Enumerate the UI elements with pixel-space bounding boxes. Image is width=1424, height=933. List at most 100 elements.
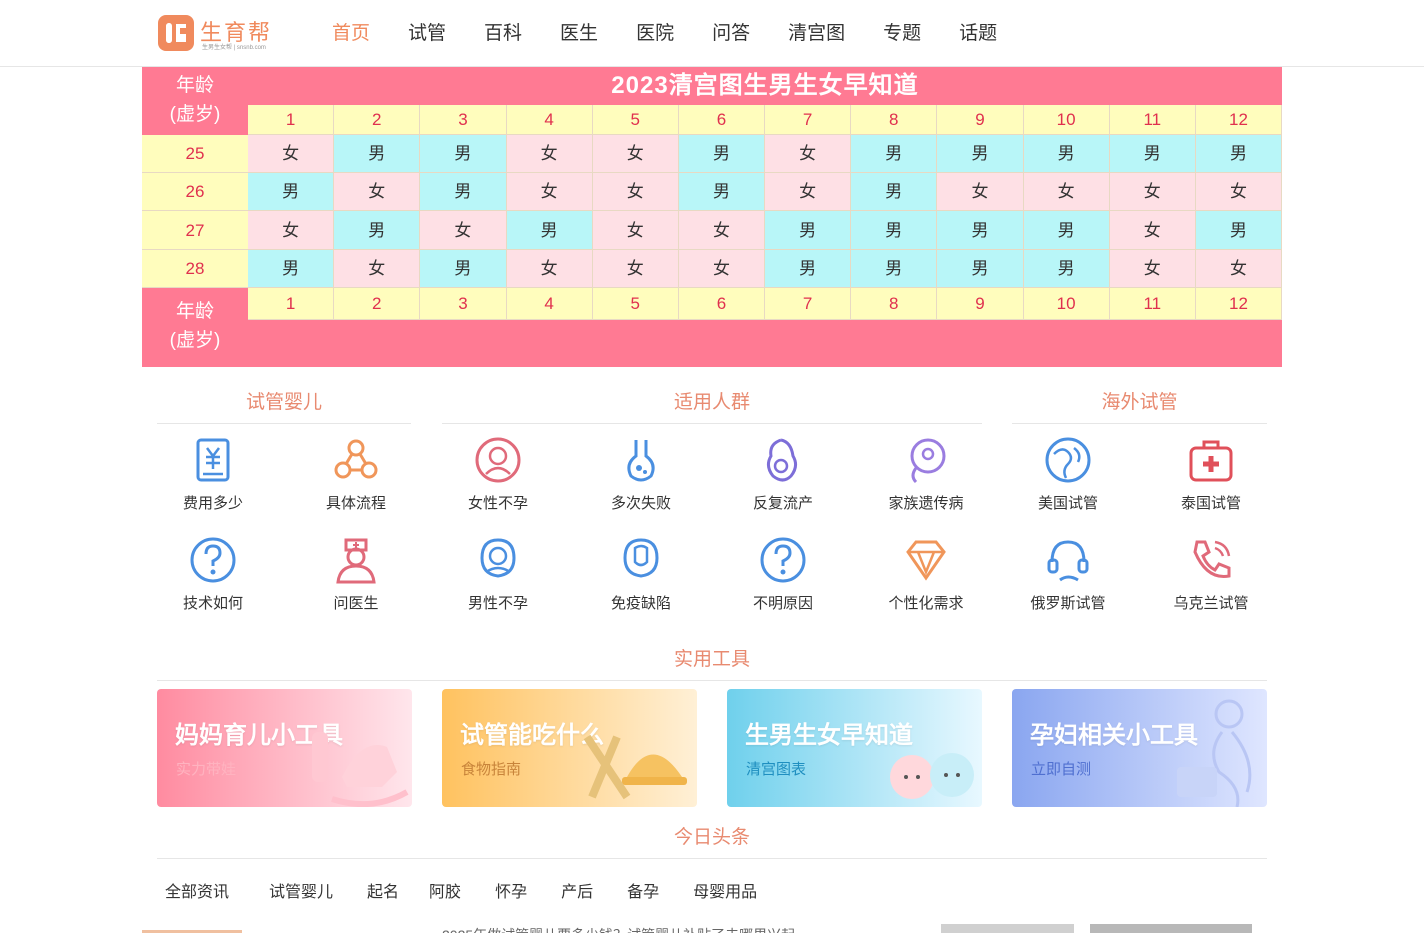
gender-cell[interactable]: 男 [506,211,593,250]
gender-cell[interactable]: 女 [506,250,593,288]
tool-card-ivf-food[interactable]: 试管能吃什么 食物指南 [442,689,697,807]
gender-cell[interactable]: 男 [1023,250,1110,288]
month-cell: 2 [334,105,421,135]
gender-cell[interactable]: 男 [1023,135,1110,173]
feature-item[interactable]: 问医生 [296,536,416,613]
age-label: 年龄 [175,301,214,322]
news-image[interactable] [1090,924,1252,933]
nav-home[interactable]: 首页 [313,0,389,67]
gender-cell[interactable]: 女 [678,250,766,288]
feature-item[interactable]: 泰国试管 [1151,436,1271,513]
feature-item[interactable]: 技术如何 [153,536,273,613]
gender-cell[interactable]: 男 [248,173,335,211]
nav-doctor[interactable]: 医生 [541,0,617,67]
gender-cell[interactable]: 女 [248,211,335,250]
feature-item[interactable]: 乌克兰试管 [1151,536,1271,613]
age-cell: 28 [142,250,248,288]
feature-item[interactable]: 具体流程 [296,436,416,513]
site-logo[interactable]: 生育帮 生男生女帮 | snsnb.com [158,15,278,51]
gender-cell[interactable]: 女 [678,211,766,250]
month-cell: 8 [851,105,938,135]
feature-item[interactable]: 不明原因 [723,536,843,613]
tool-card-parenting[interactable]: 妈妈育儿小工具 实力带娃 [157,689,412,807]
month-cell: 7 [765,105,852,135]
feature-item[interactable]: 女性不孕 [438,436,558,513]
gender-cell[interactable]: 女 [248,135,335,173]
gender-cell[interactable]: 男 [678,173,766,211]
news-tab[interactable]: 怀孕 [487,878,535,902]
feature-item[interactable]: 免疫缺陷 [581,536,701,613]
tool-subtitle: 清宫图表 [746,761,807,778]
feature-item[interactable]: 男性不孕 [438,536,558,613]
gender-cell[interactable]: 女 [765,135,852,173]
tool-card-pregnancy[interactable]: 孕妇相关小工具 立即自测 [1012,689,1267,807]
gender-cell[interactable]: 男 [420,135,507,173]
news-tab[interactable]: 试管婴儿 [261,878,341,902]
gender-cell[interactable]: 男 [851,135,938,173]
gender-cell[interactable]: 男 [334,135,421,173]
nav-topics[interactable]: 专题 [864,0,940,67]
gender-cell[interactable]: 男 [248,250,335,288]
gender-cell[interactable]: 女 [1023,173,1110,211]
month-cell: 8 [851,288,938,320]
nav-encyclopedia[interactable]: 百科 [465,0,541,67]
gender-cell[interactable]: 男 [851,173,938,211]
news-tab[interactable]: 全部资讯 [157,878,237,902]
news-tab[interactable]: 起名 [359,878,407,902]
gender-cell[interactable]: 男 [765,211,852,250]
gender-cell[interactable]: 男 [1195,211,1283,250]
gender-cell[interactable]: 女 [1195,250,1283,288]
gender-cell[interactable]: 男 [420,173,507,211]
gender-cell[interactable]: 男 [937,250,1024,288]
nav-ivf[interactable]: 试管 [389,0,465,67]
feature-item[interactable]: 反复流产 [723,436,843,513]
news-tab[interactable]: 母婴用品 [685,878,765,902]
gender-cell[interactable]: 女 [592,173,679,211]
gender-cell[interactable]: 男 [1023,211,1110,250]
gender-cell[interactable]: 男 [420,250,507,288]
gender-cell[interactable]: 女 [506,135,593,173]
feature-label: 问医生 [333,595,379,612]
gender-cell[interactable]: 男 [1195,135,1283,173]
nav-qa[interactable]: 问答 [693,0,769,67]
logo-icon [158,15,194,51]
news-tab[interactable]: 产后 [553,878,601,902]
feature-item[interactable]: 俄罗斯试管 [1008,536,1128,613]
gender-cell[interactable]: 女 [506,173,593,211]
gender-cell[interactable]: 女 [592,135,679,173]
gender-cell[interactable]: 女 [1109,211,1196,250]
gender-cell[interactable]: 女 [937,173,1024,211]
gender-cell[interactable]: 男 [678,135,766,173]
gender-cell[interactable]: 女 [420,211,507,250]
gender-cell[interactable]: 女 [334,173,421,211]
nav-hospital[interactable]: 医院 [617,0,693,67]
gender-cell[interactable]: 女 [592,250,679,288]
gender-cell[interactable]: 男 [937,135,1024,173]
feature-item[interactable]: 个性化需求 [866,536,986,613]
gender-cell[interactable]: 男 [937,211,1024,250]
gender-cell[interactable]: 男 [851,250,938,288]
news-tab[interactable]: 备孕 [619,878,667,902]
gender-cell[interactable]: 女 [334,250,421,288]
feature-item[interactable]: 多次失败 [581,436,701,513]
gender-cell[interactable]: 女 [765,173,852,211]
feature-item[interactable]: 美国试管 [1008,436,1128,513]
nav-discussions[interactable]: 话题 [940,0,1016,67]
gender-cell[interactable]: 男 [765,250,852,288]
gender-cell[interactable]: 女 [1109,250,1196,288]
receipt-icon [196,438,230,482]
news-headline[interactable]: 2025年做试管婴儿要多少钱？试管婴儿补贴了去哪里兴起 [442,924,872,933]
tool-card-gender-predict[interactable]: 生男生女早知道 清宫图表 [727,689,982,807]
gender-cell[interactable]: 男 [851,211,938,250]
gender-cell[interactable]: 男 [334,211,421,250]
news-image[interactable] [941,924,1074,933]
gender-cell[interactable]: 女 [592,211,679,250]
nav-qinggong-chart[interactable]: 清宫图 [769,0,864,67]
feature-item[interactable]: 费用多少 [153,436,273,513]
sperm-icon [910,438,946,484]
feature-item[interactable]: 家族遗传病 [866,436,986,513]
gender-cell[interactable]: 女 [1109,173,1196,211]
gender-cell[interactable]: 男 [1109,135,1196,173]
gender-cell[interactable]: 女 [1195,173,1283,211]
news-tab[interactable]: 阿胶 [421,878,469,902]
